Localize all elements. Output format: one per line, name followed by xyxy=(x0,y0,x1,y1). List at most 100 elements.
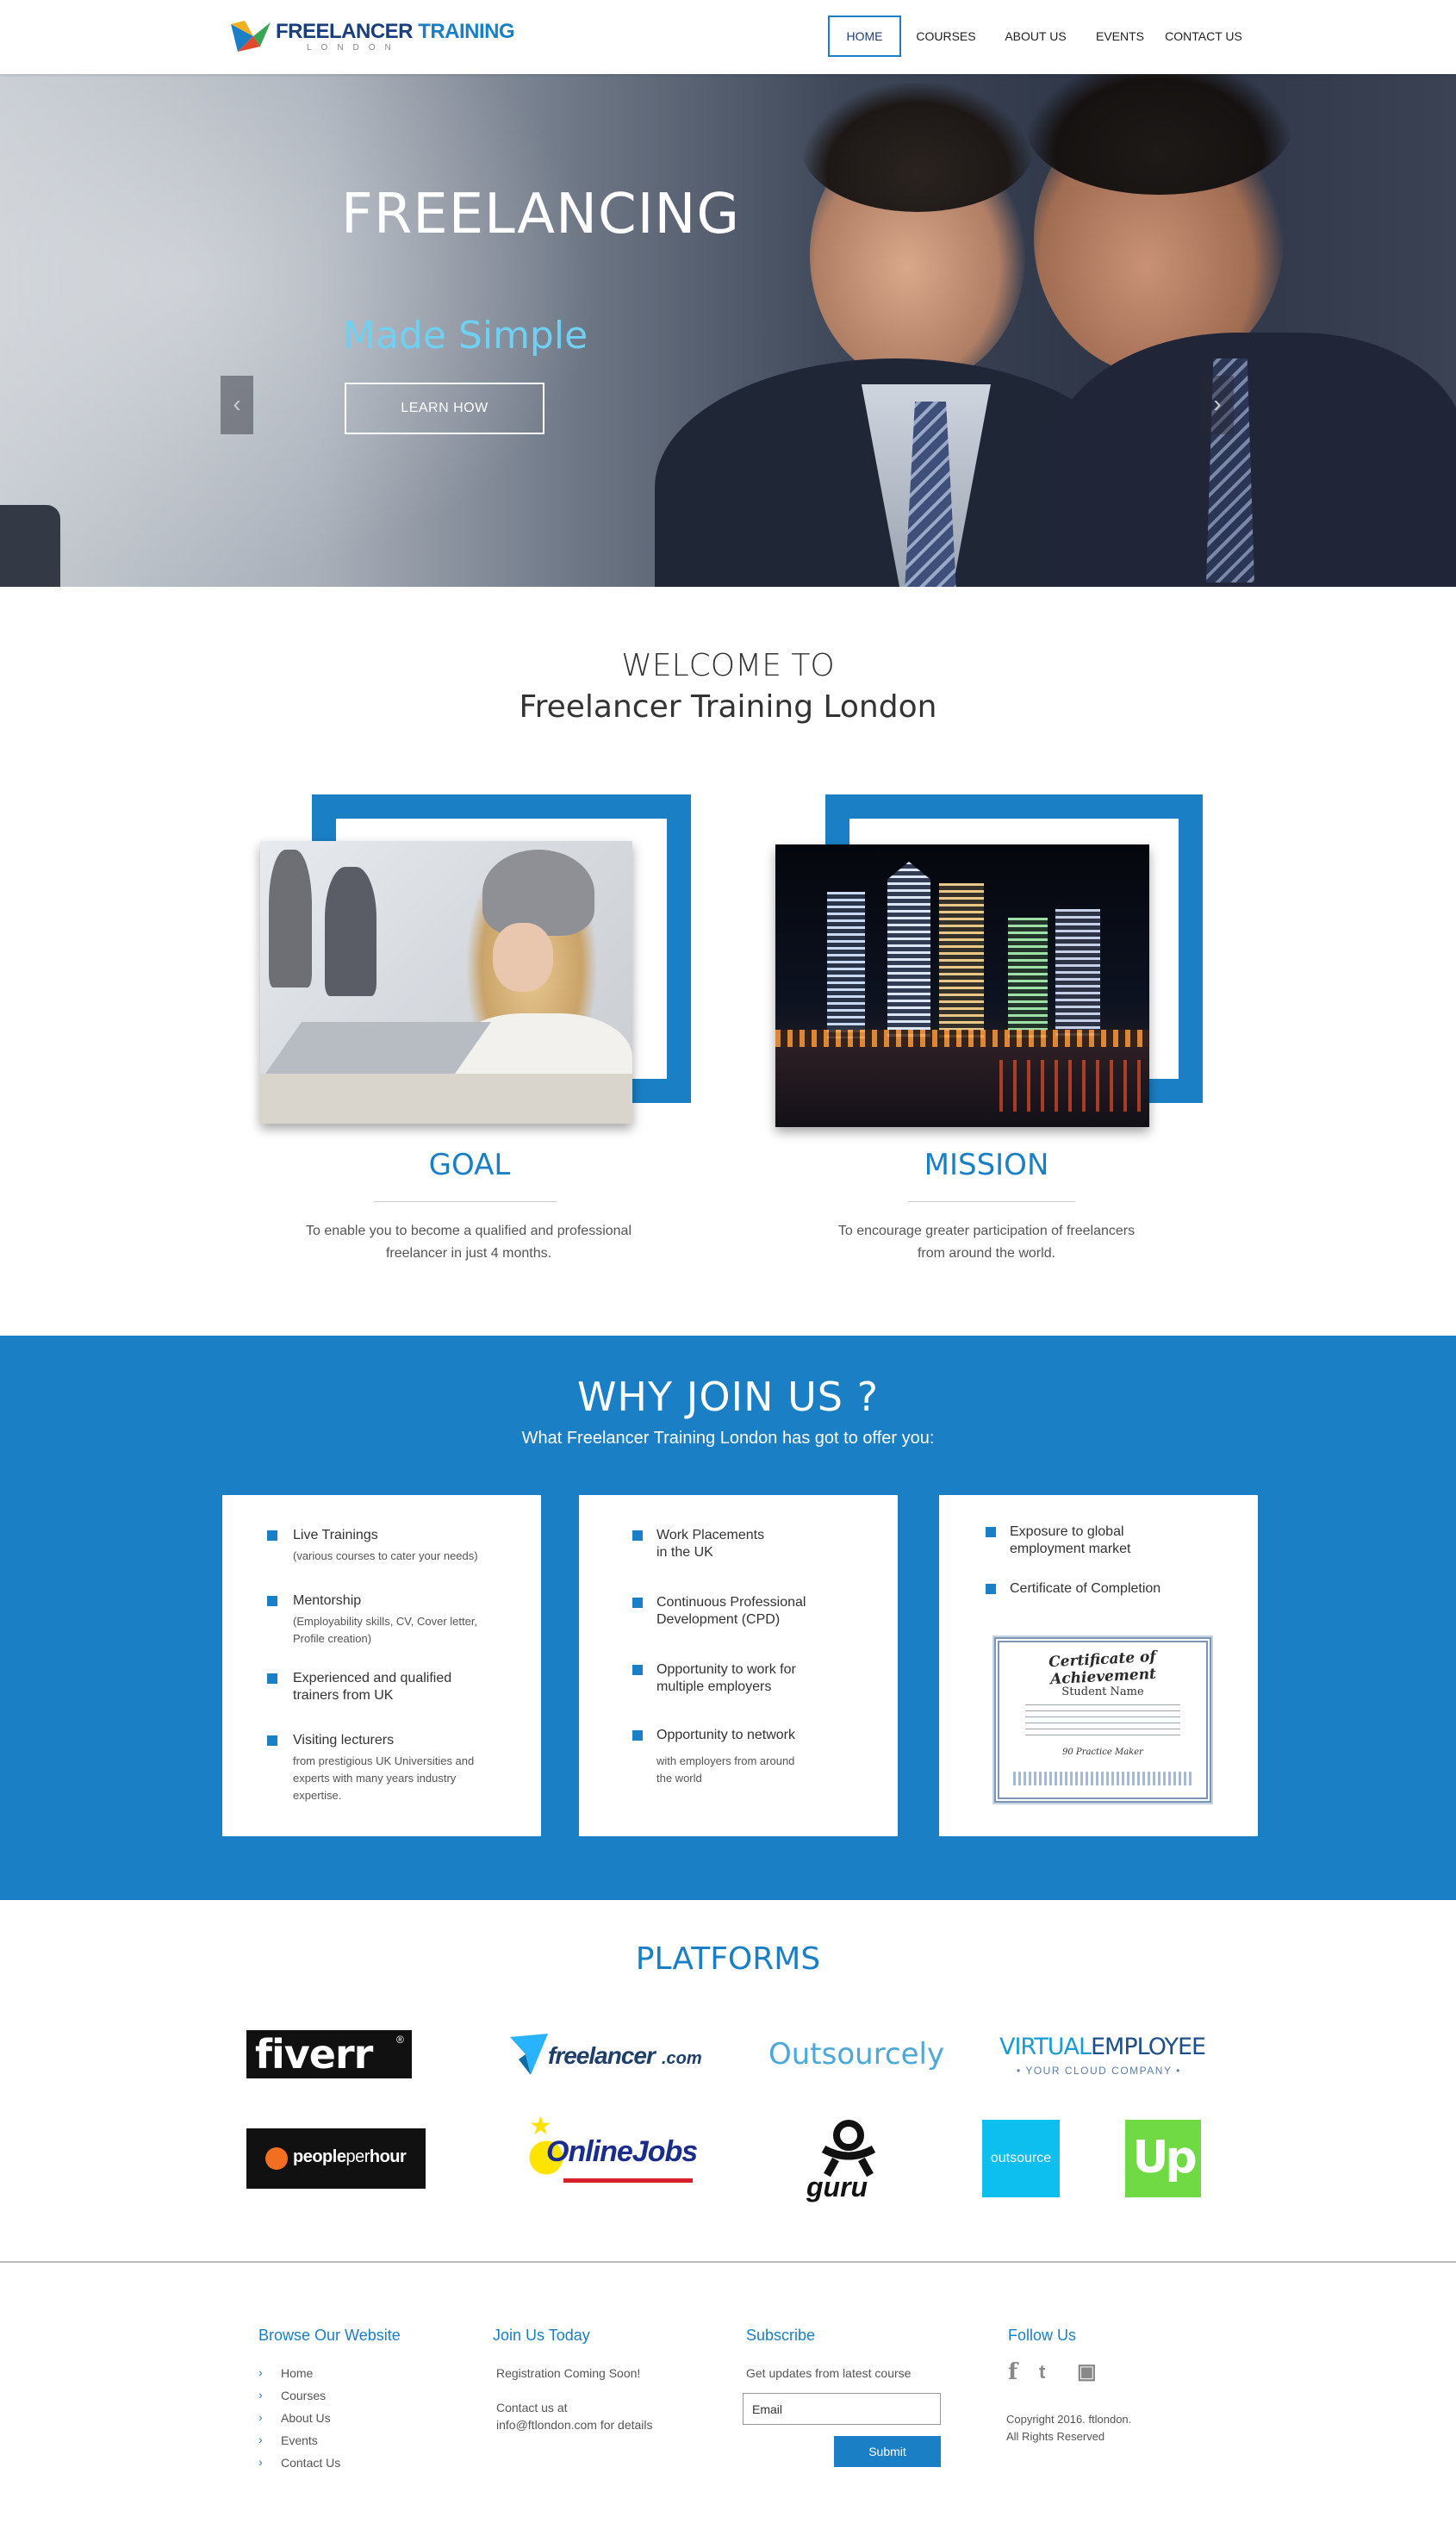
footer-follow-heading: Follow Us xyxy=(1008,2327,1077,2344)
goal-photo xyxy=(260,841,632,1124)
fiverr-registered-mark: ® xyxy=(396,2034,404,2046)
facebook-icon[interactable]: f xyxy=(1008,2359,1017,2385)
twitter-icon[interactable]: t xyxy=(1039,2361,1045,2383)
outsource-logo[interactable]: outsource xyxy=(982,2120,1060,2197)
bullet-icon xyxy=(632,1730,643,1741)
item-mentorship-desc-1: (Employability skills, CV, Cover letter, xyxy=(293,1615,478,1628)
fiverr-logo-text: fiverr xyxy=(255,2031,373,2078)
chevron-right-icon: › xyxy=(258,2388,263,2402)
goal-photo-bg-person1 xyxy=(269,850,312,988)
goal-photo-bg-person2 xyxy=(325,867,376,996)
hero-title: FREELANCING xyxy=(341,183,740,246)
outsourcely-logo[interactable]: Outsourcely xyxy=(768,2037,944,2075)
certificate-signature: 90 Practice Maker xyxy=(1062,1748,1143,1757)
peopleperhour-dot-icon xyxy=(265,2147,288,2170)
pph-people: people xyxy=(293,2147,346,2166)
footer-link-events[interactable]: Events xyxy=(281,2432,318,2449)
mission-divider xyxy=(908,1201,1075,1202)
peopleperhour-logo[interactable]: peopleperhour xyxy=(246,2128,426,2189)
email-field[interactable] xyxy=(743,2393,941,2425)
freelancer-logo[interactable]: freelancer .com xyxy=(510,2030,717,2080)
item-cpd-2: Development (CPD) xyxy=(656,1612,781,1627)
footer-subscribe-heading: Subscribe xyxy=(746,2327,816,2344)
mission-tower-5 xyxy=(1055,909,1100,1038)
upwork-logo[interactable]: Up xyxy=(1125,2120,1201,2197)
mission-tower-2 xyxy=(887,862,930,1038)
learn-how-button[interactable]: LEARN HOW xyxy=(345,383,544,434)
item-visiting-desc-3: expertise. xyxy=(293,1789,342,1802)
goal-text-1: To enable you to become a qualified and … xyxy=(305,1224,632,1238)
why-subtitle: What Freelancer Training London has got … xyxy=(521,1429,935,1448)
fiverr-logo[interactable]: fiverr ® xyxy=(246,2030,412,2078)
certificate-image: Certificate of Achievement Student Name … xyxy=(994,1637,1211,1803)
chevron-right-icon: › xyxy=(258,2410,263,2424)
hero-prev-arrow[interactable]: ‹ xyxy=(221,376,253,434)
item-network: Opportunity to network xyxy=(656,1728,795,1742)
guru-text: guru xyxy=(806,2171,868,2202)
item-exposure-1: Exposure to global xyxy=(1010,1524,1124,1539)
guru-figure-icon xyxy=(821,2120,876,2177)
certificate-name: Student Name xyxy=(1061,1685,1144,1698)
footer-link-about-us[interactable]: About Us xyxy=(281,2409,331,2427)
virtual-employee-b: EMPLOYEE xyxy=(1091,2034,1206,2060)
item-mentorship-desc-2: Profile creation) xyxy=(293,1632,372,1645)
mission-text-2: from around the world. xyxy=(917,1246,1056,1261)
footer-link-courses[interactable]: Courses xyxy=(281,2387,326,2404)
logo-bird-icon xyxy=(231,21,271,52)
item-experienced-2: trainers from UK xyxy=(293,1688,394,1703)
nav-events[interactable]: EVENTS xyxy=(1091,16,1149,57)
hero-person-right-suit xyxy=(1051,333,1456,587)
onlinejobs-logo[interactable]: ★ OnlineJobs xyxy=(512,2112,710,2192)
chevron-right-icon: › xyxy=(258,2365,263,2379)
certificate-heading: Certificate of Achievement xyxy=(1048,1648,1157,1689)
bullet-icon xyxy=(986,1527,996,1537)
goal-title: GOAL xyxy=(428,1148,511,1182)
submit-button[interactable]: Submit xyxy=(834,2436,941,2467)
logo-subtitle: LONDON xyxy=(307,43,401,53)
footer-join-heading: Join Us Today xyxy=(493,2327,590,2344)
item-cpd-1: Continuous Professional xyxy=(656,1595,806,1610)
goal-text-2: freelancer in just 4 months. xyxy=(385,1246,552,1261)
hero-next-arrow[interactable]: › xyxy=(1201,376,1234,434)
logo-text-a: FREELANCER xyxy=(276,20,414,43)
freelancer-logo-text: freelancer xyxy=(548,2042,656,2069)
item-network-desc-1: with employers from around xyxy=(656,1754,795,1767)
virtual-employee-text: VIRTUALEMPLOYEE xyxy=(999,2034,1206,2060)
mission-riverside-lights xyxy=(775,1030,1149,1047)
goal-photo-desk xyxy=(260,1074,632,1124)
nav-contact-us[interactable]: CONTACT US xyxy=(1158,16,1249,57)
item-multiple-employers-2: multiple employers xyxy=(656,1679,772,1694)
item-work-placements-1: Work Placements xyxy=(656,1528,765,1542)
bullet-icon xyxy=(267,1735,277,1746)
footer-link-home[interactable]: Home xyxy=(281,2364,313,2382)
freelancer-logo-com: .com xyxy=(662,2049,702,2068)
pph-hour: hour xyxy=(369,2147,407,2166)
item-live-trainings-desc: (various courses to cater your needs) xyxy=(293,1549,478,1562)
hero-subtitle: Made Simple xyxy=(343,314,588,358)
virtual-employee-a: VIRTUAL xyxy=(999,2034,1092,2060)
guru-logo[interactable]: guru xyxy=(803,2120,898,2206)
hero-slider: ‹ › xyxy=(0,74,1456,587)
hero-laptop xyxy=(0,505,60,587)
virtual-employee-logo[interactable]: VIRTUALEMPLOYEE • YOUR CLOUD COMPANY • xyxy=(999,2034,1206,2080)
hero-person-left-hair xyxy=(801,83,1034,212)
mission-river-reflection xyxy=(999,1060,1146,1112)
logo-text[interactable]: FREELANCER TRAINING xyxy=(276,20,515,44)
welcome-heading: WELCOME TO xyxy=(621,648,835,683)
mission-tower-3 xyxy=(939,883,984,1038)
nav-courses[interactable]: COURSES xyxy=(912,16,980,57)
bullet-icon xyxy=(267,1673,277,1684)
footer-subscribe-text: Get updates from latest course xyxy=(746,2366,912,2380)
freelancer-bird-icon xyxy=(510,2034,548,2075)
onlinejobs-text: OnlineJobs xyxy=(546,2135,698,2169)
youtube-icon[interactable]: ▣ xyxy=(1077,2359,1097,2384)
nav-home[interactable]: HOME xyxy=(828,16,901,57)
footer-link-contact-us[interactable]: Contact Us xyxy=(281,2454,340,2471)
nav-about-us[interactable]: ABOUT US xyxy=(999,16,1072,57)
onlinejobs-o: O xyxy=(546,2135,569,2168)
pph-per: per xyxy=(345,2147,370,2166)
bullet-icon xyxy=(632,1598,643,1608)
why-title: WHY JOIN US ? xyxy=(576,1374,880,1420)
item-work-placements-2: in the UK xyxy=(656,1545,713,1560)
virtual-employee-tagline: • YOUR CLOUD COMPANY • xyxy=(1017,2065,1181,2077)
